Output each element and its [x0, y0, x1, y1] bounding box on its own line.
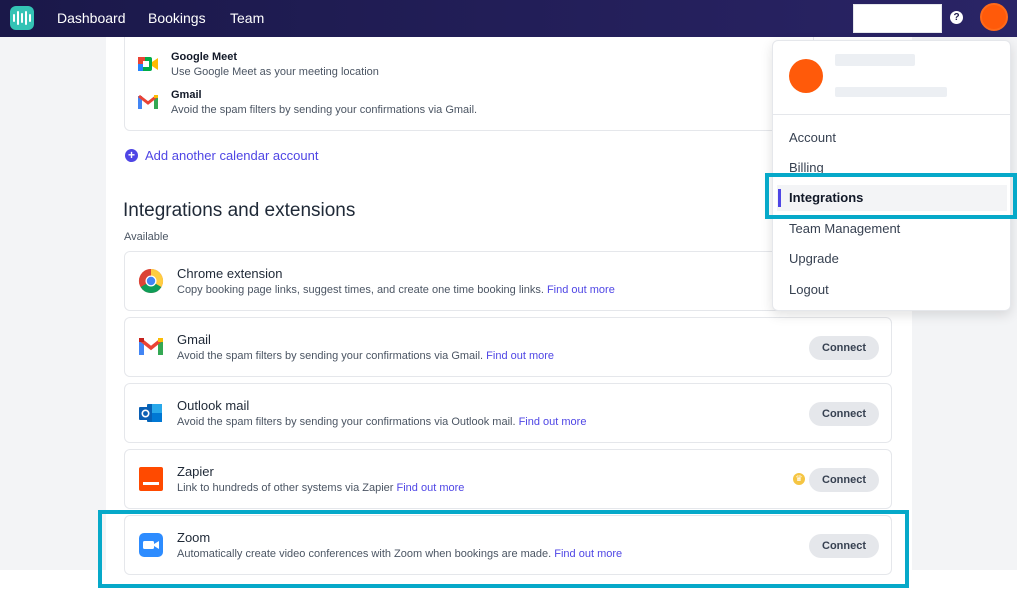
menu-item-team-management[interactable]: Team Management: [789, 221, 900, 236]
calendar-row-name: Gmail: [171, 89, 202, 101]
integration-card-gmail: Gmail Avoid the spam filters by sending …: [124, 317, 892, 377]
add-calendar-account-link[interactable]: + Add another calendar account: [125, 148, 318, 163]
calendar-row-desc: Avoid the spam filters by sending your c…: [171, 104, 478, 116]
integrations-heading: Integrations and extensions: [123, 200, 356, 221]
integration-name: Outlook mail: [177, 398, 250, 413]
integration-desc: Link to hundreds of other systems via Za…: [177, 482, 464, 494]
dropdown-divider: [773, 114, 1010, 115]
available-label: Available: [124, 231, 169, 243]
top-action-button[interactable]: [853, 4, 942, 33]
integration-desc-text: Avoid the spam filters by sending your c…: [177, 416, 516, 428]
integration-name: Zapier: [177, 464, 214, 479]
connect-gmail-button[interactable]: Connect: [809, 336, 879, 360]
find-out-more-link[interactable]: Find out more: [397, 482, 465, 494]
integrations-highlight-box: [765, 173, 1017, 219]
integration-desc-text: Copy booking page links, suggest times, …: [177, 284, 544, 296]
find-out-more-link[interactable]: Find out more: [486, 350, 554, 362]
integration-name: Gmail: [177, 332, 211, 347]
menu-item-account[interactable]: Account: [789, 130, 836, 145]
nav-team[interactable]: Team: [230, 10, 264, 26]
find-out-more-link[interactable]: Find out more: [519, 416, 587, 428]
zapier-icon: [139, 467, 163, 491]
add-calendar-account-label: Add another calendar account: [145, 148, 319, 163]
integration-desc: Avoid the spam filters by sending your c…: [177, 350, 554, 362]
calendar-row-desc: Use Google Meet as your meeting location: [171, 66, 379, 78]
gmail-icon: [138, 94, 158, 109]
outlook-icon: [139, 404, 162, 422]
integration-card-outlook: Outlook mail Avoid the spam filters by s…: [124, 383, 892, 443]
user-avatar[interactable]: [980, 3, 1008, 31]
calendar-account-card: Google Meet Use Google Meet as your meet…: [124, 37, 814, 131]
dropdown-user-email-redacted: [835, 87, 947, 97]
zoom-highlight-box: [98, 510, 909, 588]
integration-desc-text: Link to hundreds of other systems via Za…: [177, 482, 394, 494]
google-meet-icon: [138, 57, 158, 71]
connect-zapier-button[interactable]: Connect: [809, 468, 879, 492]
top-navbar: Dashboard Bookings Team ?: [0, 0, 1017, 37]
integration-card-zapier: Zapier Link to hundreds of other systems…: [124, 449, 892, 509]
dropdown-user-name-redacted: [835, 54, 915, 66]
integration-desc-text: Avoid the spam filters by sending your c…: [177, 350, 484, 362]
calendar-row-name: Google Meet: [171, 51, 238, 63]
menu-item-upgrade[interactable]: Upgrade: [789, 251, 839, 266]
integration-name: Chrome extension: [177, 266, 283, 281]
app-logo-icon[interactable]: [10, 6, 34, 30]
nav-dashboard[interactable]: Dashboard: [57, 10, 126, 26]
help-icon[interactable]: ?: [950, 11, 963, 24]
chrome-icon: [138, 269, 164, 294]
premium-crown-icon: ♛: [793, 473, 805, 485]
plus-circle-icon: +: [125, 149, 138, 162]
gmail-icon: [139, 338, 163, 355]
find-out-more-link[interactable]: Find out more: [547, 284, 615, 296]
integration-desc: Avoid the spam filters by sending your c…: [177, 416, 586, 428]
menu-item-logout[interactable]: Logout: [789, 282, 829, 297]
nav-bookings[interactable]: Bookings: [148, 10, 206, 26]
connect-outlook-button[interactable]: Connect: [809, 402, 879, 426]
integration-desc: Copy booking page links, suggest times, …: [177, 284, 615, 296]
dropdown-avatar: [789, 59, 823, 93]
